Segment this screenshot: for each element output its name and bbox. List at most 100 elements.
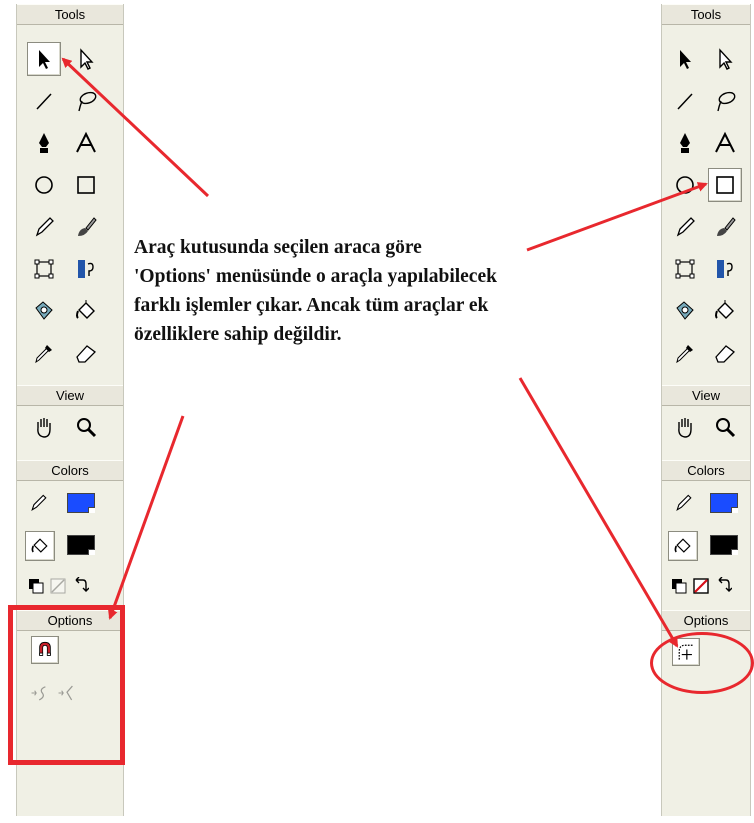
fill-color-swatch[interactable] [710, 535, 738, 555]
pencil-icon [35, 217, 54, 237]
pen-icon [39, 133, 49, 153]
hand-tool-button[interactable] [668, 410, 702, 444]
rectangle-tool-button[interactable] [708, 168, 742, 202]
colors-header: Colors [17, 460, 123, 481]
annotation-line: farklı işlemler çıkar. Ancak tüm araçlar… [134, 295, 489, 316]
lasso-tool-button[interactable] [69, 84, 103, 118]
rectangle-icon [716, 176, 734, 194]
no-color-icon [50, 578, 66, 594]
eraser-tool-button[interactable] [708, 336, 742, 370]
rectangle-icon [77, 176, 95, 194]
lasso-icon [717, 91, 736, 112]
fill-transform-tool-button[interactable] [69, 252, 103, 286]
fill-bucket-icon [674, 538, 691, 553]
pen-tool-button[interactable] [668, 126, 702, 160]
ink-bottle-icon [35, 301, 53, 320]
line-tool-button[interactable] [668, 84, 702, 118]
line-tool-button[interactable] [27, 84, 61, 118]
fill-color-swatch[interactable] [67, 535, 95, 555]
eyedropper-tool-button[interactable] [668, 336, 702, 370]
eyedropper-icon [676, 345, 693, 364]
pencil-icon [676, 217, 695, 237]
transform-tool-button[interactable] [27, 252, 61, 286]
rectangle-tool-button[interactable] [69, 168, 103, 202]
magnifier-icon [716, 418, 736, 438]
pencil-tool-button[interactable] [668, 210, 702, 244]
text-icon [76, 131, 96, 153]
eraser-icon [76, 345, 96, 363]
text-tool-button[interactable] [708, 126, 742, 160]
stroke-color-icon-box [672, 491, 696, 515]
lasso-tool-button[interactable] [708, 84, 742, 118]
zoom-tool-button[interactable] [69, 410, 103, 444]
swap-colors-button[interactable] [714, 576, 733, 595]
line-icon [677, 93, 693, 110]
annotation-line: özelliklere sahip değildir. [134, 324, 342, 345]
hand-icon [678, 418, 692, 438]
pen-icon [680, 133, 690, 153]
zoom-tool-button[interactable] [708, 410, 742, 444]
text-tool-button[interactable] [69, 126, 103, 160]
default-colors-button[interactable] [27, 577, 45, 595]
tools-header: Tools [662, 4, 750, 25]
default-colors-button[interactable] [670, 577, 688, 595]
swap-colors-icon [75, 576, 90, 592]
pen-tool-button[interactable] [27, 126, 61, 160]
no-color-icon [693, 578, 709, 594]
paint-bucket-tool-button[interactable] [69, 294, 103, 328]
stroke-color-icon-box [27, 491, 51, 515]
arrow-tool-button[interactable] [27, 42, 61, 76]
fill-transform-tool-button[interactable] [708, 252, 742, 286]
eyedropper-tool-button[interactable] [27, 336, 61, 370]
options-header: Options [662, 610, 750, 631]
hand-icon [37, 418, 51, 438]
oval-icon [35, 176, 53, 194]
annotation-line: 'Options' menüsünde o araçla yapılabilec… [134, 266, 497, 287]
magnifier-icon [77, 418, 97, 438]
view-header: View [17, 385, 123, 406]
oval-icon [676, 176, 694, 194]
arrow-tool-button[interactable] [668, 42, 702, 76]
swap-colors-button[interactable] [71, 576, 90, 595]
arrow-icon [680, 50, 691, 69]
stroke-color-swatch[interactable] [67, 493, 95, 513]
swap-colors-icon [718, 576, 733, 592]
colors-header: Colors [662, 460, 750, 481]
brush-icon [717, 217, 736, 236]
hand-tool-button[interactable] [27, 410, 61, 444]
tools-header: Tools [17, 4, 123, 25]
oval-tool-button[interactable] [27, 168, 61, 202]
ink-bottle-tool-button[interactable] [668, 294, 702, 328]
subselect-tool-button[interactable] [69, 42, 103, 76]
eraser-icon [715, 345, 735, 363]
brush-tool-button[interactable] [69, 210, 103, 244]
tools-panel-right: Tools View Colors Options [661, 4, 751, 816]
line-icon [36, 93, 52, 110]
options-highlight-box [8, 605, 125, 765]
fill-color-icon-box [25, 531, 55, 561]
fill-color-icon-box [668, 531, 698, 561]
no-color-button[interactable] [692, 577, 710, 595]
subselect-icon [80, 48, 94, 70]
eraser-tool-button[interactable] [69, 336, 103, 370]
paint-bucket-tool-button[interactable] [708, 294, 742, 328]
transform-tool-button[interactable] [668, 252, 702, 286]
brush-icon [78, 217, 97, 236]
oval-tool-button[interactable] [668, 168, 702, 202]
fill-bucket-icon [31, 538, 48, 553]
view-header: View [662, 385, 750, 406]
stroke-pencil-icon [676, 494, 692, 512]
fill-transform-icon [78, 260, 94, 278]
pencil-tool-button[interactable] [27, 210, 61, 244]
options-highlight-circle [650, 632, 754, 694]
ink-bottle-tool-button[interactable] [27, 294, 61, 328]
transform-icon [675, 259, 695, 279]
brush-tool-button[interactable] [708, 210, 742, 244]
subselect-tool-button[interactable] [708, 42, 742, 76]
eyedropper-icon [35, 345, 52, 364]
stroke-color-swatch[interactable] [710, 493, 738, 513]
no-color-button[interactable] [49, 577, 67, 595]
default-colors-icon [29, 579, 44, 594]
arrow-icon [39, 50, 50, 69]
ink-bottle-icon [676, 301, 694, 320]
